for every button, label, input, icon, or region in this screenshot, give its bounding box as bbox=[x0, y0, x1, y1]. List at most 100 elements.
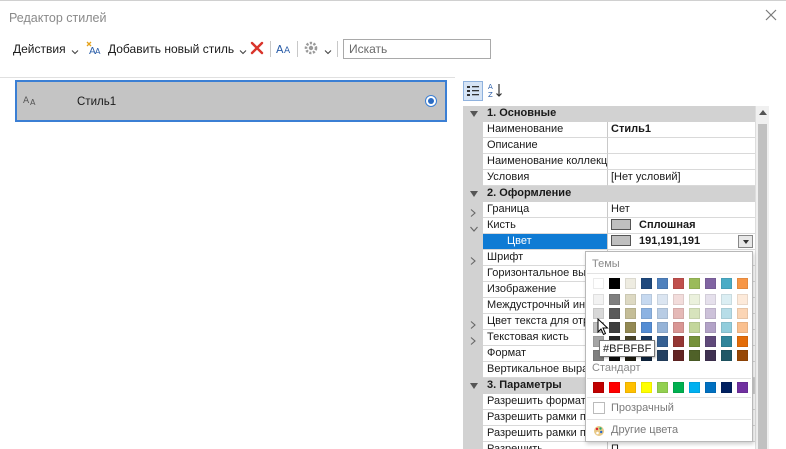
theme-shade-swatch[interactable] bbox=[737, 350, 748, 361]
theme-shade-swatch[interactable] bbox=[641, 308, 652, 319]
theme-shade-swatch[interactable] bbox=[657, 350, 668, 361]
theme-shade-swatch[interactable] bbox=[673, 294, 684, 305]
theme-shade-swatch[interactable] bbox=[657, 294, 668, 305]
expand-chevron-icon[interactable] bbox=[470, 254, 476, 265]
theme-shade-swatch[interactable] bbox=[609, 308, 620, 319]
theme-shade-swatch[interactable] bbox=[673, 336, 684, 347]
property-row[interactable]: Наименование коллекции bbox=[463, 154, 755, 170]
color-dropdown-button[interactable] bbox=[738, 235, 753, 248]
settings-menu-button[interactable] bbox=[303, 36, 332, 62]
theme-shade-swatch[interactable] bbox=[673, 308, 684, 319]
theme-shade-swatch[interactable] bbox=[657, 322, 668, 333]
theme-shade-swatch[interactable] bbox=[705, 336, 716, 347]
property-value[interactable]: Нет bbox=[608, 202, 755, 218]
theme-shade-swatch[interactable] bbox=[657, 336, 668, 347]
standard-color-swatch[interactable] bbox=[721, 382, 732, 393]
theme-color-swatch[interactable] bbox=[673, 278, 684, 289]
theme-shade-swatch[interactable] bbox=[721, 322, 732, 333]
theme-shade-swatch[interactable] bbox=[721, 350, 732, 361]
category-appearance[interactable]: 2. Оформление bbox=[463, 186, 755, 202]
theme-shade-swatch[interactable] bbox=[625, 322, 636, 333]
search-input[interactable] bbox=[343, 39, 491, 59]
theme-shade-swatch[interactable] bbox=[737, 336, 748, 347]
theme-shade-swatch[interactable] bbox=[705, 308, 716, 319]
theme-color-swatch[interactable] bbox=[657, 278, 668, 289]
theme-shade-swatch[interactable] bbox=[721, 294, 732, 305]
standard-color-swatch[interactable] bbox=[705, 382, 716, 393]
property-grid-scrollbar[interactable] bbox=[755, 106, 769, 449]
theme-shade-swatch[interactable] bbox=[689, 350, 700, 361]
standard-color-swatch[interactable] bbox=[625, 382, 636, 393]
theme-shade-swatch[interactable] bbox=[689, 294, 700, 305]
theme-shade-swatch[interactable] bbox=[705, 294, 716, 305]
property-value[interactable] bbox=[608, 154, 755, 170]
theme-color-swatch[interactable] bbox=[593, 278, 604, 289]
expand-chevron-icon[interactable] bbox=[470, 334, 476, 345]
theme-shade-swatch[interactable] bbox=[657, 308, 668, 319]
close-icon[interactable] bbox=[764, 8, 778, 22]
theme-color-swatch[interactable] bbox=[609, 278, 620, 289]
theme-color-swatch[interactable] bbox=[705, 278, 716, 289]
property-row[interactable]: Описание bbox=[463, 138, 755, 154]
theme-shade-swatch[interactable] bbox=[721, 308, 732, 319]
standard-color-swatch[interactable] bbox=[609, 382, 620, 393]
theme-color-swatch[interactable] bbox=[641, 278, 652, 289]
theme-shade-swatch[interactable] bbox=[641, 294, 652, 305]
standard-color-swatch[interactable] bbox=[737, 382, 748, 393]
property-value[interactable]: 191,191,191 bbox=[608, 234, 755, 250]
categorized-view-icon[interactable] bbox=[463, 81, 483, 101]
expand-chevron-icon[interactable] bbox=[470, 206, 476, 217]
property-row-selected[interactable]: Цвет 191,191,191 bbox=[463, 234, 755, 250]
delete-style-button[interactable] bbox=[249, 36, 265, 62]
theme-shade-swatch[interactable] bbox=[705, 350, 716, 361]
style-selected-radio[interactable] bbox=[425, 95, 437, 107]
standard-color-swatch[interactable] bbox=[641, 382, 652, 393]
property-value[interactable]: [Нет условий] bbox=[608, 170, 755, 186]
expand-chevron-icon[interactable] bbox=[470, 318, 476, 329]
property-row[interactable]: Разрешить П bbox=[463, 442, 755, 449]
theme-color-swatch[interactable] bbox=[689, 278, 700, 289]
sort-alphabetical-icon[interactable]: A Z bbox=[487, 81, 507, 101]
theme-shade-swatch[interactable] bbox=[689, 308, 700, 319]
transparent-checkbox[interactable] bbox=[593, 402, 605, 414]
scroll-up-arrow-icon[interactable] bbox=[759, 110, 767, 115]
add-style-button[interactable]: A A Добавить новый стиль bbox=[86, 36, 247, 62]
theme-shade-swatch[interactable] bbox=[641, 322, 652, 333]
theme-color-swatch[interactable] bbox=[721, 278, 732, 289]
property-row[interactable]: Наименование Стиль1 bbox=[463, 122, 755, 138]
theme-shade-swatch[interactable] bbox=[593, 294, 604, 305]
theme-color-swatch[interactable] bbox=[737, 278, 748, 289]
theme-shade-swatch[interactable] bbox=[625, 294, 636, 305]
standard-color-swatch[interactable] bbox=[593, 382, 604, 393]
collapse-chevron-icon[interactable] bbox=[470, 222, 478, 232]
property-value[interactable]: Стиль1 bbox=[608, 122, 755, 138]
theme-shade-swatch[interactable] bbox=[737, 308, 748, 319]
style-list-item[interactable]: A A Стиль1 bbox=[15, 80, 447, 122]
theme-shade-swatch[interactable] bbox=[673, 350, 684, 361]
theme-shade-swatch[interactable] bbox=[673, 322, 684, 333]
scrollbar-thumb[interactable] bbox=[758, 124, 767, 449]
theme-shade-swatch[interactable] bbox=[609, 322, 620, 333]
theme-shade-swatch[interactable] bbox=[689, 336, 700, 347]
theme-color-swatch[interactable] bbox=[625, 278, 636, 289]
theme-shade-swatch[interactable] bbox=[609, 294, 620, 305]
standard-color-swatch[interactable] bbox=[673, 382, 684, 393]
property-row[interactable]: Граница Нет bbox=[463, 202, 755, 218]
category-basic[interactable]: 1. Основные bbox=[463, 106, 755, 122]
more-colors-button[interactable]: Другие цвета bbox=[611, 424, 678, 436]
property-value[interactable]: П bbox=[608, 442, 755, 449]
property-value[interactable]: Сплошная bbox=[608, 218, 755, 234]
theme-shade-swatch[interactable] bbox=[737, 294, 748, 305]
actions-menu-button[interactable]: Действия bbox=[13, 36, 79, 62]
theme-shade-swatch[interactable] bbox=[689, 322, 700, 333]
theme-shade-swatch[interactable] bbox=[737, 322, 748, 333]
standard-color-swatch[interactable] bbox=[689, 382, 700, 393]
theme-shade-swatch[interactable] bbox=[625, 308, 636, 319]
property-row[interactable]: Условия [Нет условий] bbox=[463, 170, 755, 186]
edit-style-button[interactable]: A A bbox=[275, 36, 295, 62]
property-value[interactable] bbox=[608, 138, 755, 154]
property-row[interactable]: Кисть Сплошная bbox=[463, 218, 755, 234]
standard-color-swatch[interactable] bbox=[657, 382, 668, 393]
theme-shade-swatch[interactable] bbox=[705, 322, 716, 333]
theme-shade-swatch[interactable] bbox=[721, 336, 732, 347]
